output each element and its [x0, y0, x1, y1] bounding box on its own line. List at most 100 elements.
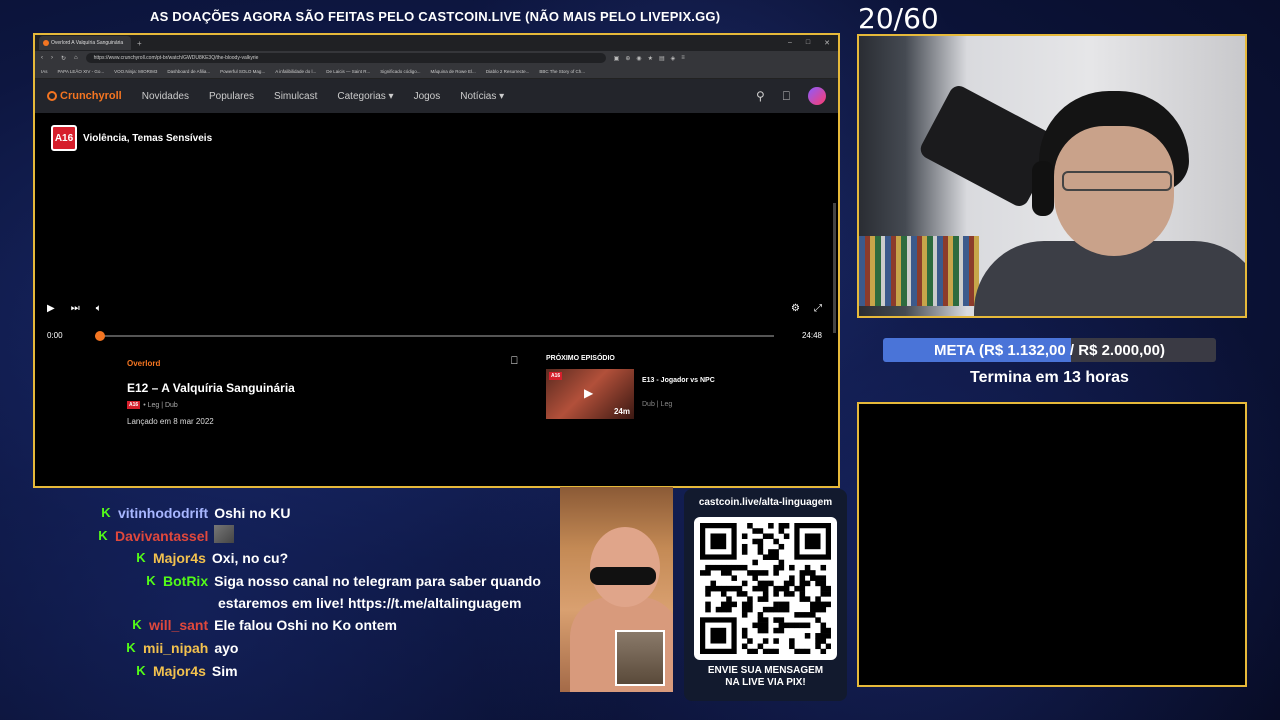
crunchyroll-favicon-icon — [43, 40, 49, 46]
bookmark-item[interactable]: Diablo 2 Resurrecte... — [486, 69, 530, 74]
minimize-icon[interactable]: – — [788, 39, 792, 47]
chat-text: estaremos em live! https://t.me/altaling… — [218, 595, 522, 611]
next-episode-thumbnail[interactable]: A16 ▶ 24m — [546, 369, 634, 419]
bookshelf — [859, 236, 979, 306]
meme-inset-photo — [615, 630, 665, 686]
age-rating-badge-small: A16 — [127, 401, 141, 409]
rating-description: Violência, Temas Sensíveis — [83, 132, 213, 144]
qr-caption-line2: NA LIVE VIA PIX! — [725, 677, 806, 688]
home-icon[interactable]: ⌂ — [74, 55, 78, 61]
watchlist-bookmark-icon[interactable]: ⎕ — [783, 89, 790, 104]
forward-icon[interactable]: › — [51, 55, 53, 61]
face — [1054, 126, 1174, 256]
next-episode-title[interactable]: E13 - Jogador vs NPC — [642, 377, 715, 384]
chat-message: K Major4s Sim — [135, 660, 238, 682]
streamer — [974, 91, 1245, 316]
video-player[interactable]: A16 Violência, Temas Sensíveis ▶ ⏭ 🔈︎ ⚙ … — [35, 113, 838, 355]
close-icon[interactable]: ✕ — [824, 39, 830, 47]
chat-message: K vitinhododrift Oshi no KU — [100, 502, 290, 524]
logo-text: Crunchyroll — [60, 90, 122, 102]
meme-image — [560, 487, 673, 692]
address-bar-row: ‹ › ↻ ⌂ https://www.crunchyroll.com/pt-b… — [35, 51, 838, 65]
sunglasses-icon — [590, 567, 656, 585]
chat-username: mii_nipah — [143, 640, 209, 656]
extension-icon[interactable]: ◉ — [636, 55, 641, 62]
kick-badge-icon: K — [126, 640, 136, 655]
extension-icon[interactable]: ◈ — [671, 55, 676, 62]
url-field[interactable]: https://www.crunchyroll.com/pt-br/watch/… — [85, 53, 606, 63]
chat-username: Major4s — [153, 663, 206, 679]
search-icon[interactable]: ⚲ — [756, 89, 765, 103]
kick-badge-icon: K — [136, 550, 146, 565]
chat-username: Davivantassel — [115, 528, 209, 544]
chevron-down-icon: ▾ — [499, 90, 505, 102]
chat-username: vitinhododrift — [118, 505, 209, 521]
extension-icon[interactable]: ★ — [648, 55, 653, 62]
chat-text: Ele falou Oshi no Ko ontem — [214, 617, 397, 633]
chat-message-continuation: estaremos em live! https://t.me/altaling… — [218, 592, 521, 614]
kick-badge-icon: K — [98, 528, 108, 543]
extension-icon[interactable]: ▣ — [614, 55, 620, 62]
chat-text: ayo — [214, 640, 239, 656]
audio-subs-meta: • Leg | Dub — [143, 401, 178, 409]
total-time: 24:48 — [801, 331, 822, 340]
age-rating-badge-small: A16 — [549, 372, 563, 380]
release-date: Lançado em 8 mar 2022 — [127, 417, 214, 426]
age-rating-badge: A16 — [51, 125, 77, 151]
maximize-icon[interactable]: □ — [806, 39, 810, 47]
current-time: 0:00 — [47, 331, 63, 340]
avatar[interactable] — [808, 87, 826, 105]
qr-code[interactable] — [694, 517, 837, 660]
emote-image — [214, 525, 235, 543]
donation-goal-bar: META (R$ 1.132,00 / R$ 2.000,00) — [883, 338, 1216, 362]
next-episode-duration: 24m — [613, 407, 630, 416]
chat-text: Oshi no KU — [214, 505, 291, 521]
add-to-list-bookmark-icon[interactable]: ⎕ — [511, 355, 518, 368]
kick-badge-icon: K — [101, 505, 111, 520]
nav-jogos[interactable]: Jogos — [414, 91, 441, 102]
settings-gear-icon[interactable]: ⚙ — [791, 303, 800, 314]
volume-icon[interactable]: 🔈︎ — [96, 303, 102, 314]
bookmark-item[interactable]: VOO.Ninja: MIORIM3 — [114, 69, 157, 74]
bookmark-item[interactable]: Significado código... — [380, 69, 420, 74]
progress-track[interactable] — [95, 331, 774, 341]
kick-badge-icon: K — [146, 573, 156, 588]
page-scrollbar[interactable] — [833, 203, 836, 333]
menu-icon[interactable]: ≡ — [681, 55, 685, 62]
bookmark-item[interactable]: PAPA LEÃO XIV - Go... — [58, 69, 105, 74]
back-icon[interactable]: ‹ — [41, 55, 43, 61]
bookmark-item[interactable]: BBC The Story of Ch... — [539, 69, 585, 74]
fullscreen-icon[interactable]: ⤢ — [814, 303, 822, 314]
kick-badge-icon: K — [136, 663, 146, 678]
new-tab-icon[interactable]: + — [137, 39, 142, 48]
bookmark-item[interactable]: De Laicis — Saint R... — [326, 69, 370, 74]
progress-scrubber[interactable] — [95, 331, 105, 341]
extension-icon[interactable]: ⊕ — [625, 55, 630, 62]
extension-icon[interactable]: ▤ — [659, 55, 665, 62]
bookmark-item[interactable]: IAs — [41, 69, 48, 74]
crunchyroll-logo[interactable]: Crunchyroll — [47, 90, 122, 102]
nav-noticias[interactable]: Notícias ▾ — [460, 91, 504, 102]
nav-simulcast[interactable]: Simulcast — [274, 91, 317, 102]
chat-message: K Davivantassel — [97, 525, 235, 547]
bookmark-item[interactable]: Máquina de Rowe El... — [431, 69, 476, 74]
chat-username: will_sant — [149, 617, 209, 633]
chat-username: Major4s — [153, 550, 206, 566]
reload-icon[interactable]: ↻ — [61, 55, 66, 62]
tab-bar: Overlord A Valquíria Sanguinária + – □ ✕ — [35, 35, 838, 51]
play-icon[interactable]: ▶ — [47, 303, 55, 314]
alert-box-area — [857, 402, 1247, 687]
kick-badge-icon: K — [132, 617, 142, 632]
nav-populares[interactable]: Populares — [209, 91, 254, 102]
bookmark-item[interactable]: Dashboard de Afilia... — [167, 69, 210, 74]
skip-next-icon[interactable]: ⏭ — [71, 303, 80, 314]
browser-window: Overlord A Valquíria Sanguinária + – □ ✕… — [33, 33, 840, 488]
bookmark-item[interactable]: A infalibilidade do l... — [275, 69, 316, 74]
chat-text: Sim — [211, 663, 238, 679]
nav-categorias[interactable]: Categorias ▾ — [337, 91, 393, 102]
bookmark-item[interactable]: Powerful SOLO Mag... — [220, 69, 265, 74]
nav-novidades[interactable]: Novidades — [142, 91, 189, 102]
series-link[interactable]: Overlord — [127, 359, 160, 368]
nav-categorias-label: Categorias — [337, 90, 386, 102]
browser-tab[interactable]: Overlord A Valquíria Sanguinária — [39, 36, 131, 50]
